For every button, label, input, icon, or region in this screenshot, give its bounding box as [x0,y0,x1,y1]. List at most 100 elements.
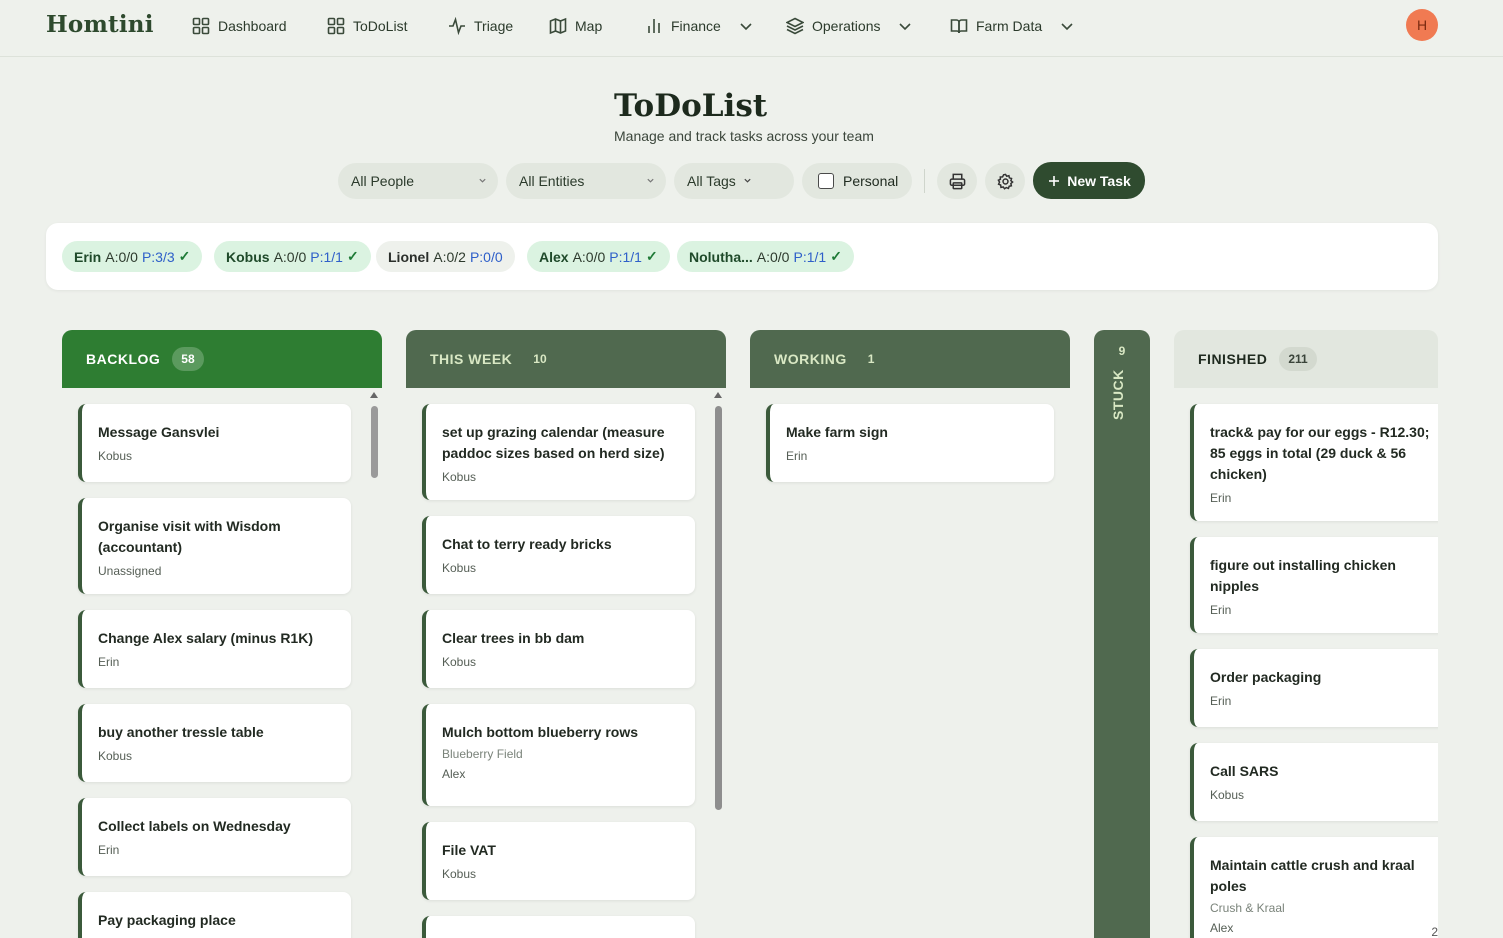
chevron-down-icon [899,23,912,31]
task-entity: Crush & Kraal [1210,901,1285,915]
task-card[interactable]: Change Alex salary (minus R1K) Erin [78,610,351,688]
task-card[interactable]: set up grazing calendar (measure paddoc … [422,404,695,500]
task-card[interactable]: Maintain cattle crush and kraal poles Cr… [1190,837,1438,938]
column-count: 10 [533,352,547,366]
column-body: track& pay for our eggs - R12.30; 85 egg… [1174,388,1438,938]
scrollbar[interactable] [712,388,724,938]
avatar[interactable]: H [1406,9,1438,41]
task-card[interactable]: Chat to terry ready bricks Kobus [422,516,695,594]
column-header-finished[interactable]: FINISHED 211 [1174,330,1438,388]
task-assignee: Erin [98,843,120,857]
nav-farm-data-label: Farm Data [976,18,1043,34]
task-title: figure out installing chicken nipples [1210,557,1396,594]
nav-todolist[interactable]: ToDoList [327,14,407,38]
new-task-button[interactable]: New Task [1033,162,1145,199]
column-body: Message Gansvlei Kobus Organise visit wi… [62,388,382,938]
nav-map[interactable]: Map [549,14,602,38]
person-chip-alex[interactable]: Alex A:0/0 P:1/1 ✓ [527,241,670,272]
task-card[interactable]: File VAT Kobus [422,822,695,900]
column-body: Make farm sign Erin [750,388,1070,938]
nav-todolist-label: ToDoList [353,18,408,34]
task-title: Call SARS [1210,763,1279,779]
column-backlog: BACKLOG 58 Message Gansvlei Kobus Organi… [62,330,382,938]
column-title: THIS WEEK [430,351,513,367]
task-card[interactable]: Message Gansvlei Kobus [78,404,351,482]
task-title: Order packaging [1210,669,1322,685]
top-nav: Homtini Dashboard ToDoList Triage Map Fi… [0,0,1503,57]
person-name: Kobus [226,248,270,265]
scroll-up-arrow[interactable] [714,392,722,398]
chevron-down-icon [744,178,751,183]
personal-toggle[interactable]: Personal [802,163,912,199]
column-header-backlog[interactable]: BACKLOG 58 [62,330,382,388]
nav-finance-label: Finance [671,18,721,34]
person-assigned: A:0/0 [756,248,790,265]
nav-triage-label: Triage [474,18,514,34]
toolbar-divider [924,169,925,193]
column-stuck-collapsed[interactable]: 9 STUCK [1094,330,1150,938]
column-title: WORKING [774,351,847,367]
task-assignee: Kobus [1210,788,1245,802]
task-card[interactable]: Pay packaging place [78,892,351,938]
column-header-this-week[interactable]: THIS WEEK 10 [406,330,726,388]
nav-farm-data[interactable]: Farm Data [950,14,1074,38]
tags-filter-select[interactable]: All Tags [674,163,794,199]
task-title: Mulch bottom blueberry rows [442,724,639,740]
task-card[interactable]: figure out installing chicken nipples Er… [1190,537,1438,633]
task-card[interactable]: buy another tressle table Kobus [78,704,351,782]
person-chip-erin[interactable]: Erin A:0/0 P:3/3 ✓ [62,241,203,272]
person-assigned: A:0/0 [273,248,307,265]
brand-logo[interactable]: Homtini [46,11,154,38]
task-assignee: Kobus [442,470,477,484]
task-card[interactable]: Collect labels on Wednesday Erin [78,798,351,876]
person-personal: P:1/1 [310,248,343,265]
task-card[interactable]: Make farm sign Erin [766,404,1054,482]
task-assignee: Erin [1210,694,1232,708]
personal-checkbox[interactable] [818,173,834,189]
task-card[interactable]: Mulch bottom blueberry rows Blueberry Fi… [422,704,695,806]
print-button[interactable] [937,163,977,199]
column-finished: FINISHED 211 track& pay for our eggs - R… [1174,330,1438,938]
task-card[interactable]: Order packaging Erin [1190,649,1438,727]
task-title: File VAT [442,842,496,858]
nav-operations[interactable]: Operations [786,14,912,38]
task-assignee: Kobus [442,561,477,575]
task-card[interactable]: Clear trees in bb dam Kobus [422,610,695,688]
chevron-down-icon [479,178,486,183]
settings-button[interactable] [985,163,1025,199]
entities-filter-select[interactable]: All Entities [506,163,666,199]
grid-icon [192,17,210,35]
activity-icon [449,17,465,35]
people-filter-select[interactable]: All People [338,163,498,199]
entities-filter-value: All Entities [519,173,585,189]
column-header-working[interactable]: WORKING 1 [750,330,1070,388]
new-task-label: New Task [1067,172,1131,189]
task-title: Clear trees in bb dam [442,630,585,646]
task-assignee: Erin [98,655,120,669]
person-chip-kobus[interactable]: Kobus A:0/0 P:1/1 ✓ [214,241,371,272]
person-chip-noluthando[interactable]: Nolutha... A:0/0 P:1/1 ✓ [677,241,854,272]
person-chip-lionel[interactable]: Lionel A:0/2 P:0/0 [376,241,515,272]
nav-triage[interactable]: Triage [448,14,513,38]
task-card[interactable]: Call SARS Kobus [1190,743,1438,821]
task-card[interactable]: track& pay for our eggs - R12.30; 85 egg… [1190,404,1438,521]
column-count: 211 [1279,347,1317,371]
plus-icon [1049,175,1060,186]
scroll-thumb[interactable] [715,406,722,810]
nav-finance[interactable]: Finance [645,14,753,38]
column-title: FINISHED [1198,351,1268,367]
task-badge: 2 [1431,925,1438,938]
task-card[interactable] [422,916,695,938]
scrollbar[interactable] [368,388,380,938]
scroll-up-arrow[interactable] [370,392,378,398]
nav-dashboard[interactable]: Dashboard [192,14,287,38]
task-assignee: Unassigned [98,564,162,578]
task-assignee: Erin [1210,491,1232,505]
column-count: 58 [172,347,204,371]
book-open-icon [950,19,968,34]
map-icon [549,17,567,35]
column-title: STUCK [1110,369,1126,420]
scroll-thumb[interactable] [371,406,378,478]
task-title: Chat to terry ready bricks [442,536,612,552]
task-card[interactable]: Organise visit with Wisdom (accountant) … [78,498,351,594]
